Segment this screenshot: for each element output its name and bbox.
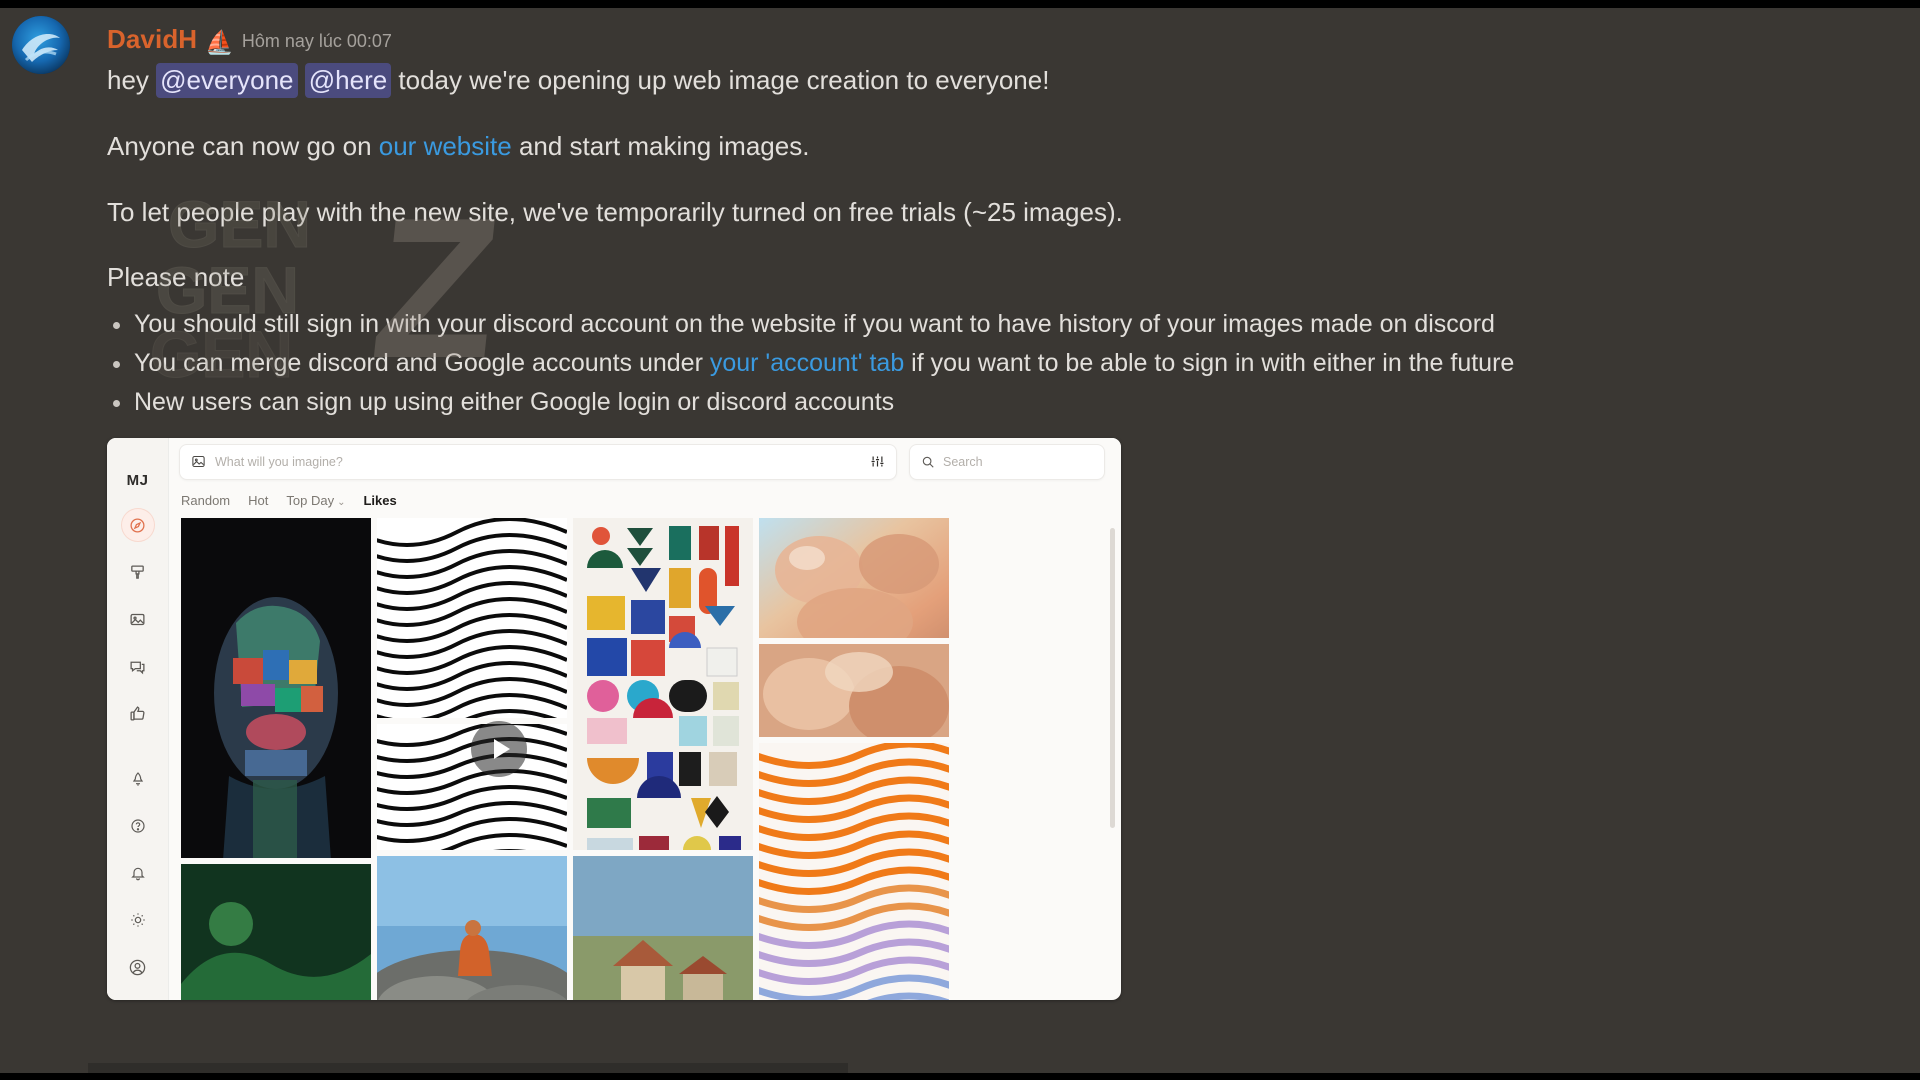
line1-post: today we're opening up web image creatio…: [391, 65, 1050, 95]
screen-root: DavidH ⛵ Hôm nay lúc 00:07 hey @everyone…: [0, 0, 1920, 1080]
tab-top-day[interactable]: Top Day ⌄: [286, 493, 345, 508]
discord-message-panel: DavidH ⛵ Hôm nay lúc 00:07 hey @everyone…: [0, 8, 1920, 1073]
help-icon[interactable]: [121, 809, 155, 843]
sun-glyph: [130, 913, 145, 927]
gallery-tile[interactable]: [181, 863, 371, 1000]
gallery-tile[interactable]: [759, 518, 949, 638]
sliders-icon[interactable]: [870, 454, 885, 469]
tile-art-village: [573, 855, 753, 1000]
app-topbar: What will you imagine? Search: [169, 438, 1121, 486]
embedded-app-inner: MJ What will you imagine? Search Random …: [107, 438, 1121, 1000]
tile-art-iridescent: [759, 518, 949, 638]
theme-icon[interactable]: [121, 903, 155, 937]
app-sidebar-rail: MJ: [107, 438, 169, 1000]
brush-glyph: [131, 564, 144, 579]
explore-glyph: [130, 517, 145, 533]
thumbs-up-icon[interactable]: [121, 696, 155, 730]
line2-post: and start making images.: [511, 131, 810, 161]
message-header: DavidH ⛵ Hôm nay lúc 00:07: [107, 18, 1880, 55]
avatar-image: [12, 16, 70, 74]
rocket-glyph: [132, 772, 143, 786]
account-glyph: [129, 959, 146, 975]
avatar[interactable]: [12, 16, 70, 74]
list-item: You should still sign in with your disco…: [107, 305, 1880, 344]
app-logo[interactable]: MJ: [127, 452, 149, 508]
bell-glyph: [130, 867, 145, 881]
gallery-column: [181, 518, 371, 1000]
list-item: You can merge discord and Google account…: [107, 344, 1880, 383]
tile-art-portrait: [181, 518, 371, 858]
message-timestamp: Hôm nay lúc 00:07: [241, 31, 392, 51]
gallery-glyph: [130, 613, 145, 625]
chevron-down-icon: ⌄: [337, 497, 346, 509]
tile-art-green: [181, 863, 371, 1000]
mention-everyone[interactable]: @everyone: [156, 63, 298, 98]
gallery-column: [759, 518, 949, 1000]
explore-icon[interactable]: [120, 508, 155, 542]
note-1-pre: You should still sign in with your disco…: [134, 310, 1495, 338]
note-3-pre: New users can sign up using either Googl…: [134, 388, 895, 416]
rocket-icon[interactable]: [121, 762, 155, 796]
tile-art-orange-waves: [759, 743, 949, 1000]
tab-random[interactable]: Random: [181, 493, 230, 508]
tile-art-iridescent-2: [759, 643, 949, 738]
image-icon: [192, 456, 205, 468]
account-icon[interactable]: [121, 950, 155, 984]
mention-sep: [298, 65, 305, 95]
tab-likes[interactable]: Likes: [363, 493, 396, 508]
message-row: DavidH ⛵ Hôm nay lúc 00:07 hey @everyone…: [0, 8, 1920, 1000]
help-glyph: [130, 819, 145, 833]
note-2-post: if you want to be able to sign in with e…: [904, 349, 1515, 377]
message-body: DavidH ⛵ Hôm nay lúc 00:07 hey @everyone…: [107, 18, 1920, 1000]
gallery-tile[interactable]: [377, 856, 567, 1000]
app-tabs: Random Hot Top Day ⌄ Likes: [169, 485, 1121, 519]
gallery-tile[interactable]: [181, 518, 371, 858]
thumbs-up-glyph: [130, 705, 145, 721]
line2-pre: Anyone can now go on: [107, 131, 379, 161]
sailboat-icon: ⛵: [205, 29, 234, 55]
message-line-1: hey @everyone @here today we're opening …: [107, 63, 1880, 98]
tile-art-shapes: [573, 518, 753, 850]
message-line-3: To let people play with the new site, we…: [107, 197, 1123, 227]
gallery-tile[interactable]: [377, 518, 567, 718]
please-note-heading: Please note: [107, 262, 245, 292]
bottom-strip: [88, 1063, 848, 1073]
imagine-input[interactable]: What will you imagine?: [179, 443, 897, 480]
brush-icon[interactable]: [121, 555, 155, 589]
gallery-scrollbar[interactable]: [1110, 528, 1115, 829]
image-gallery: [169, 518, 1121, 1000]
bell-icon[interactable]: [121, 856, 155, 890]
tab-top-day-label: Top Day: [286, 493, 335, 509]
notes-list: You should still sign in with your disco…: [107, 305, 1880, 422]
gallery-tile[interactable]: [759, 643, 949, 738]
note-2-pre: You can merge discord and Google account…: [134, 349, 710, 377]
chat-icon[interactable]: [121, 649, 155, 683]
search-placeholder: Search: [943, 454, 983, 469]
gallery-column: [573, 518, 753, 1000]
our-website-link[interactable]: our website: [379, 131, 512, 161]
embedded-app-screenshot[interactable]: MJ What will you imagine? Search Random …: [107, 438, 1121, 1000]
line1-pre: hey: [107, 65, 157, 95]
search-icon: [922, 456, 934, 468]
gallery-tile[interactable]: [759, 743, 949, 1000]
gallery-icon[interactable]: [121, 602, 155, 636]
gallery-tile[interactable]: [573, 518, 753, 850]
author-name[interactable]: DavidH: [107, 26, 197, 52]
message-line-2: Anyone can now go on our website and sta…: [107, 129, 1880, 163]
list-item: New users can sign up using either Googl…: [107, 383, 1880, 422]
imagine-placeholder: What will you imagine?: [215, 454, 343, 469]
app-main-area: What will you imagine? Search Random Hot…: [169, 438, 1121, 1000]
gallery-tile[interactable]: [573, 855, 753, 1000]
mention-here[interactable]: @here: [304, 63, 392, 98]
tile-art-monk: [377, 856, 567, 1000]
tab-hot[interactable]: Hot: [248, 493, 268, 508]
chat-glyph: [130, 661, 145, 674]
tile-art-optical: [377, 518, 567, 718]
search-input[interactable]: Search: [909, 443, 1105, 480]
account-tab-link[interactable]: your 'account' tab: [710, 349, 904, 377]
